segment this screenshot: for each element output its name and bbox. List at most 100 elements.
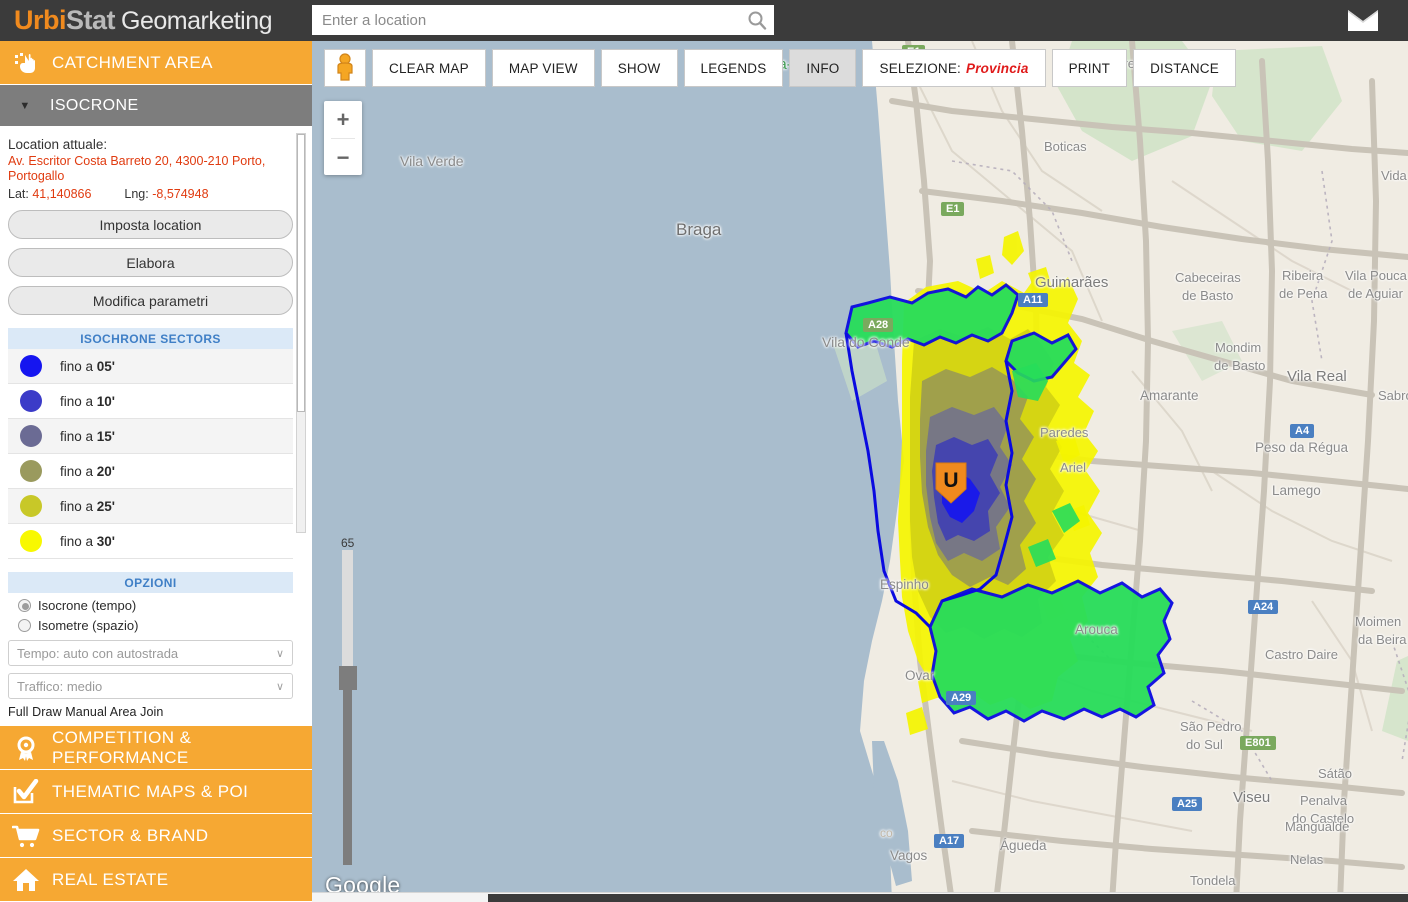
map-toolbar-label: SHOW: [617, 60, 661, 76]
map-toolbar-label: LEGENDS: [700, 60, 767, 76]
map-zoom-control[interactable]: + −: [324, 101, 362, 175]
logo-urbi: Urbi: [14, 5, 67, 35]
isochrone-sector-label: fino a 10': [60, 393, 116, 409]
search-icon[interactable]: [740, 6, 774, 34]
opzioni-title: OPZIONI: [8, 572, 293, 593]
isochrone-sector-color-dot: [20, 425, 42, 447]
isochrone-sectors-list: fino a 05' fino a 10' fino a 15' fino a 20'…: [8, 349, 293, 559]
sidebar-item-label: REAL ESTATE: [52, 869, 169, 889]
draw-tool-area[interactable]: Area: [110, 705, 140, 719]
dropdown-select[interactable]: Tempo: auto con autostrada ∨: [8, 640, 293, 666]
map-toolbar-label: INFO: [806, 60, 840, 76]
map-toolbar-label: DISTANCE: [1150, 60, 1219, 76]
panel-scrollbar[interactable]: [296, 133, 306, 533]
isochrone-sector-row[interactable]: fino a 05': [8, 349, 293, 384]
chevron-down-icon: ▼: [19, 99, 31, 112]
map-area[interactable]: de ÂncoraPonte de LimaPeneda-GerêsMontal…: [312, 41, 1408, 902]
dropdown-select[interactable]: Traffico: medio ∨: [8, 673, 293, 699]
dropdown-value: Traffico: medio: [17, 678, 103, 694]
location-marker[interactable]: U: [934, 461, 968, 505]
map-toolbar-pegman[interactable]: [324, 49, 366, 87]
isochrone-sector-label: fino a 05': [60, 358, 116, 374]
map-toolbar-show[interactable]: SHOW: [600, 49, 678, 87]
dropdown-value: Tempo: auto con autostrada: [17, 645, 179, 661]
map-toolbar-legends[interactable]: LEGENDS: [683, 49, 784, 87]
draw-tool-join[interactable]: Join: [140, 705, 163, 719]
isochrone-sector-color-dot: [20, 355, 42, 377]
search-input[interactable]: [312, 6, 740, 34]
panel-scrollbar-thumb[interactable]: [297, 134, 305, 412]
map-toolbar-label: PRINT: [1068, 60, 1111, 76]
sidebar-item-catchment-area[interactable]: CATCHMENT AREA: [0, 41, 312, 85]
map-toolbar-clear-map[interactable]: CLEAR MAP: [372, 49, 486, 87]
radio-button[interactable]: [18, 619, 31, 632]
map-toolbar-selezione[interactable]: SELEZIONE: Provincia: [862, 49, 1046, 87]
isochrone-sector-color-dot: [20, 495, 42, 517]
map-toolbar: CLEAR MAP MAP VIEW SHOW LEGENDS INFO SELEZION…: [324, 49, 1242, 87]
sidebar-item-real-estate[interactable]: REAL ESTATE: [0, 858, 312, 902]
location-search-bar[interactable]: [312, 5, 774, 35]
house-icon: [0, 867, 52, 893]
map-vertical-slider[interactable]: 65: [339, 536, 357, 866]
lat-label: Lat:: [8, 187, 29, 201]
sidebar-subitem-isocrone[interactable]: ▼ ISOCRONE: [0, 85, 312, 127]
isocrone-panel: Location attuale: Av. Escritor Costa Bar…: [0, 129, 312, 764]
selezione-label: SELEZIONE:: [879, 60, 962, 76]
modifica-parametri-button[interactable]: Modifica parametri: [8, 286, 293, 315]
elabora-button[interactable]: Elabora: [8, 248, 293, 277]
logo-stat: Stat: [66, 5, 116, 35]
badge-icon: [0, 735, 52, 761]
slider-track-upper[interactable]: [342, 550, 353, 672]
lng-value: -8,574948: [152, 187, 209, 201]
isochrone-sector-color-dot: [20, 460, 42, 482]
sidebar-item-sector-brand[interactable]: SECTOR & BRAND: [0, 814, 312, 858]
chevron-down-icon: ∨: [275, 647, 284, 660]
radio-button[interactable]: [18, 599, 31, 612]
map-toolbar-info[interactable]: INFO: [789, 49, 857, 87]
map-toolbar-distance[interactable]: DISTANCE: [1133, 49, 1236, 87]
draw-tool-draw[interactable]: Draw: [32, 705, 65, 719]
sidebar-item-competition-performance[interactable]: COMPETITION & PERFORMANCE: [0, 726, 312, 770]
map-toolbar-label: MAP VIEW: [508, 60, 578, 76]
hand-pointer-icon: [0, 51, 52, 75]
slider-value: 65: [341, 536, 355, 550]
isochrone-sector-label: fino a 30': [60, 533, 116, 549]
svg-text:U: U: [943, 469, 958, 492]
isochrone-sector-color-dot: [20, 390, 42, 412]
map-horizontal-scrollbar-thumb[interactable]: [488, 894, 1408, 902]
zoom-out-button[interactable]: −: [324, 139, 362, 176]
current-location-label: Location attuale:: [8, 137, 108, 152]
map-toolbar-map-view[interactable]: MAP VIEW: [491, 49, 595, 87]
current-location-address: Av. Escritor Costa Barreto 20, 4300-210 …: [8, 154, 266, 183]
map-toolbar-label: CLEAR MAP: [389, 60, 469, 76]
radio-label: Isocrone (tempo): [38, 598, 137, 613]
shopping-cart-icon: [0, 824, 52, 848]
mail-icon[interactable]: [1347, 10, 1379, 31]
isochrone-sector-row[interactable]: fino a 20': [8, 454, 293, 489]
isochrone-sector-label: fino a 25': [60, 498, 116, 514]
slider-track-lower[interactable]: [343, 672, 352, 865]
isochrone-sector-row[interactable]: fino a 25': [8, 489, 293, 524]
imposta-location-button[interactable]: Imposta location: [8, 210, 293, 239]
isochrone-sector-row[interactable]: fino a 10': [8, 384, 293, 419]
draw-tool-manual[interactable]: Manual: [65, 705, 109, 719]
selezione-value: Provincia: [966, 60, 1029, 76]
sidebar-item-thematic-maps-poi[interactable]: THEMATIC MAPS & POI: [0, 770, 312, 814]
isochrone-sector-row[interactable]: fino a 15': [8, 419, 293, 454]
sidebar-item-label: CATCHMENT AREA: [52, 52, 213, 72]
drawing-tools-row: Full Draw Manual Area Join: [8, 705, 292, 719]
pegman-icon[interactable]: [332, 52, 358, 84]
map-horizontal-scrollbar[interactable]: [312, 892, 1408, 902]
checklist-icon: [0, 778, 52, 805]
slider-thumb[interactable]: [339, 666, 357, 690]
opzioni-radio-row[interactable]: Isometre (spazio): [8, 618, 292, 633]
zoom-in-button[interactable]: +: [324, 101, 362, 138]
opzioni-radio-row[interactable]: Isocrone (tempo): [8, 598, 292, 613]
map-toolbar-print[interactable]: PRINT: [1051, 49, 1128, 87]
sidebar-subitem-label: ISOCRONE: [50, 96, 139, 114]
draw-tool-full[interactable]: Full: [8, 705, 32, 719]
isochrone-sector-row[interactable]: fino a 30': [8, 524, 293, 559]
lat-value: 41,140866: [32, 187, 92, 201]
logo-geomarketing: Geomarketing: [121, 7, 273, 35]
isochrone-sector-label: fino a 20': [60, 463, 116, 479]
